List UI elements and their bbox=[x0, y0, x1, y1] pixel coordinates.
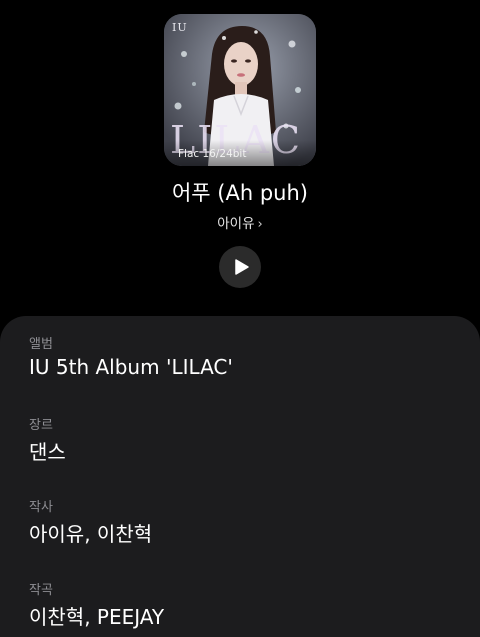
chevron-right-icon: › bbox=[257, 217, 263, 232]
album-value[interactable]: IU 5th Album 'LILAC' bbox=[29, 355, 233, 379]
composer-label: 작곡 bbox=[29, 583, 53, 598]
genre-value: 댄스 bbox=[29, 440, 66, 464]
play-button[interactable] bbox=[219, 246, 261, 288]
song-title: 어푸 (Ah puh) bbox=[171, 181, 308, 205]
lyricist-value: 아이유, 이찬혁 bbox=[29, 522, 153, 546]
composer-value: 이찬혁, PEEJAY bbox=[29, 605, 165, 629]
track-info-screen: IU LILAC Flac 16/24bit 어푸 (Ah puh) 아이유› … bbox=[0, 0, 480, 637]
artist-link[interactable]: 아이유 › bbox=[0, 212, 480, 232]
artist-name: 아이유 bbox=[217, 216, 255, 232]
album-label: 앨범 bbox=[29, 337, 53, 352]
play-icon bbox=[235, 259, 249, 275]
cover-artist-mark: IU bbox=[172, 21, 188, 34]
track-details-panel: 앨범 IU 5th Album 'LILAC' 장르 댄스 작사 아이유, 이찬… bbox=[0, 316, 480, 637]
audio-quality-label: Flac 16/24bit bbox=[178, 148, 247, 160]
audio-quality-badge: Flac 16/24bit bbox=[164, 140, 316, 166]
genre-label: 장르 bbox=[29, 418, 53, 433]
lyricist-label: 작사 bbox=[29, 500, 53, 515]
album-cover[interactable]: IU LILAC Flac 16/24bit bbox=[164, 14, 316, 166]
